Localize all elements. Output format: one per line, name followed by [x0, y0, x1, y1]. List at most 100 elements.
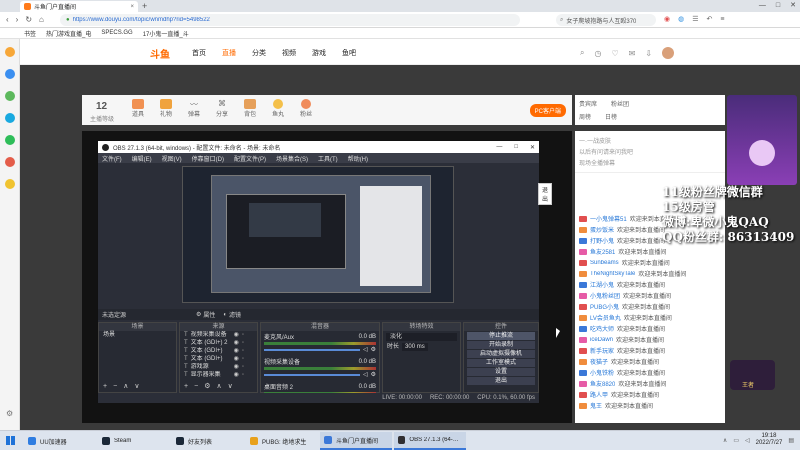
nav-home[interactable]: 首页: [192, 48, 206, 58]
address-field[interactable]: ● https://www.douyu.com/topic/wnmdhp?rid…: [60, 14, 520, 26]
forward-icon[interactable]: ›: [16, 15, 19, 24]
down-icon[interactable]: ∨: [228, 382, 233, 390]
down-icon[interactable]: ∨: [134, 382, 139, 390]
room-tool-item[interactable]: 鱼丸: [272, 99, 284, 118]
lock-icon[interactable]: ▫: [242, 347, 244, 355]
obs-menu-tools[interactable]: 工具(T): [318, 154, 338, 163]
network-icon[interactable]: ▭: [733, 437, 739, 444]
taskbar-item[interactable]: UU加速器: [24, 432, 96, 450]
sidebar-app-icon[interactable]: [5, 91, 15, 101]
chat-user[interactable]: 鬼王: [590, 401, 602, 410]
history-icon[interactable]: ◷: [594, 49, 601, 58]
obs-menu-profile[interactable]: 配置文件(P): [234, 154, 266, 163]
add-icon[interactable]: +: [103, 383, 107, 390]
nav-yuba[interactable]: 鱼吧: [342, 48, 356, 58]
obs-menu-file[interactable]: 文件(F): [102, 154, 122, 163]
chat-user[interactable]: 夜猫子: [590, 357, 608, 366]
transition-select[interactable]: 淡化: [386, 333, 457, 341]
promo-banner[interactable]: [727, 95, 797, 185]
close-window-icon[interactable]: ✕: [790, 1, 796, 9]
sidebar-app-icon[interactable]: [5, 135, 15, 145]
settings-button[interactable]: 设置: [467, 368, 535, 376]
exit-button[interactable]: 退出: [467, 377, 535, 385]
speaker-icon[interactable]: ◁: [363, 346, 368, 353]
visibility-icon[interactable]: ◉: [234, 339, 239, 347]
obs-menu-help[interactable]: 帮助(H): [348, 154, 368, 163]
extension-icon[interactable]: ◍: [678, 15, 684, 23]
source-item[interactable]: T 视频采集设备 ◉ ▫: [180, 331, 257, 339]
volume-slider[interactable]: [264, 348, 360, 351]
source-props-button[interactable]: ⚙ 属性: [196, 310, 215, 319]
obs-menu-docks[interactable]: 停靠窗口(D): [192, 154, 224, 163]
chat-user[interactable]: PUBG小鬼: [590, 302, 619, 311]
sidebar-app-icon[interactable]: [5, 179, 15, 189]
notification-icon[interactable]: ▤: [788, 437, 794, 444]
reload-icon[interactable]: ↻: [25, 15, 32, 24]
tray-expand-icon[interactable]: ∧: [723, 437, 727, 444]
taskbar-item[interactable]: 斗鱼门户直播间: [320, 432, 392, 450]
visibility-icon[interactable]: ◉: [234, 371, 239, 379]
nav-category[interactable]: 分类: [252, 48, 266, 58]
lock-icon[interactable]: ▫: [242, 355, 244, 363]
volume-icon[interactable]: ◁: [745, 437, 750, 444]
room-tool-item[interactable]: 粉丝: [300, 99, 312, 118]
nav-live[interactable]: 直播: [222, 48, 236, 58]
maximize-icon[interactable]: □: [776, 2, 780, 9]
lock-icon[interactable]: ▫: [242, 371, 244, 379]
nav-video[interactable]: 视频: [282, 48, 296, 58]
sidebar-app-icon[interactable]: [5, 47, 15, 57]
visibility-icon[interactable]: ◉: [234, 347, 239, 355]
up-icon[interactable]: ∧: [216, 382, 221, 390]
douyu-logo[interactable]: 斗鱼: [150, 46, 170, 61]
taskbar-item[interactable]: 好友列表: [172, 432, 244, 450]
chat-user[interactable]: 江湖小鬼: [590, 280, 614, 289]
bookmark-item[interactable]: 书签: [24, 29, 36, 38]
exit-fullscreen-button[interactable]: 退出: [538, 183, 553, 205]
sidebar-app-icon[interactable]: [5, 113, 15, 123]
pc-client-button[interactable]: PC客户端: [529, 104, 566, 117]
extension-icon[interactable]: ◉: [664, 15, 670, 23]
bookmark-item[interactable]: 17小鬼一直播_斗: [143, 29, 189, 38]
back-icon[interactable]: ‹: [6, 15, 9, 24]
speaker-icon[interactable]: ◁: [363, 371, 368, 378]
home-icon[interactable]: ⌂: [39, 15, 44, 24]
start-recording-button[interactable]: 开始录制: [467, 341, 535, 349]
obs-menu-edit[interactable]: 编辑(E): [132, 154, 152, 163]
studio-mode-button[interactable]: 工作室模式: [467, 359, 535, 367]
visibility-icon[interactable]: ◉: [234, 355, 239, 363]
minimize-icon[interactable]: —: [496, 144, 502, 150]
browser-tab[interactable]: 斗鱼门户直播间 ×: [20, 1, 138, 12]
chat-user[interactable]: 小鬼粉丝团: [590, 291, 620, 300]
room-tool-item[interactable]: 〰弹幕: [188, 99, 200, 118]
visibility-icon[interactable]: ◉: [234, 331, 239, 339]
room-tool-item[interactable]: 礼物: [160, 99, 172, 118]
windows-start-icon[interactable]: [6, 436, 15, 445]
chat-user[interactable]: 小鬼铁粉: [590, 368, 614, 377]
obs-menu-view[interactable]: 视图(V): [162, 154, 182, 163]
avatar[interactable]: [662, 47, 675, 59]
taskbar-item[interactable]: PUBG: 绝地求生: [246, 432, 318, 450]
room-tool-item[interactable]: 背包: [244, 99, 256, 118]
volume-slider[interactable]: [264, 373, 360, 376]
chat-user[interactable]: iceDawn: [590, 337, 613, 343]
extension-icon[interactable]: ☰: [692, 15, 698, 23]
nav-game[interactable]: 游戏: [312, 48, 326, 58]
message-icon[interactable]: ✉: [629, 49, 636, 58]
taskbar-item[interactable]: OBS 27.1.3 (64-bit...): [394, 432, 466, 450]
gear-icon[interactable]: ⚙: [371, 371, 376, 378]
chat-user[interactable]: 鱼友2581: [590, 247, 615, 256]
scene-item[interactable]: 场景: [99, 331, 176, 339]
gear-icon[interactable]: ⚙: [204, 382, 210, 390]
sidebar-app-icon[interactable]: [5, 69, 15, 79]
minimize-icon[interactable]: —: [759, 2, 766, 9]
chat-user[interactable]: 打野小鬼: [590, 236, 614, 245]
obs-menu-scene-collection[interactable]: 场景集合(S): [276, 154, 308, 163]
remove-icon[interactable]: −: [113, 383, 117, 390]
undo-icon[interactable]: ↶: [707, 15, 713, 23]
sidebar-settings-icon[interactable]: ⚙: [6, 409, 13, 418]
chat-user[interactable]: 一小鬼弹幕51: [590, 214, 627, 223]
chat-user[interactable]: 吃鸡大师: [590, 324, 614, 333]
up-icon[interactable]: ∧: [123, 382, 128, 390]
remove-icon[interactable]: −: [194, 383, 198, 390]
source-item[interactable]: T 文本 (GDI+) 2 ◉ ▫: [180, 339, 257, 347]
